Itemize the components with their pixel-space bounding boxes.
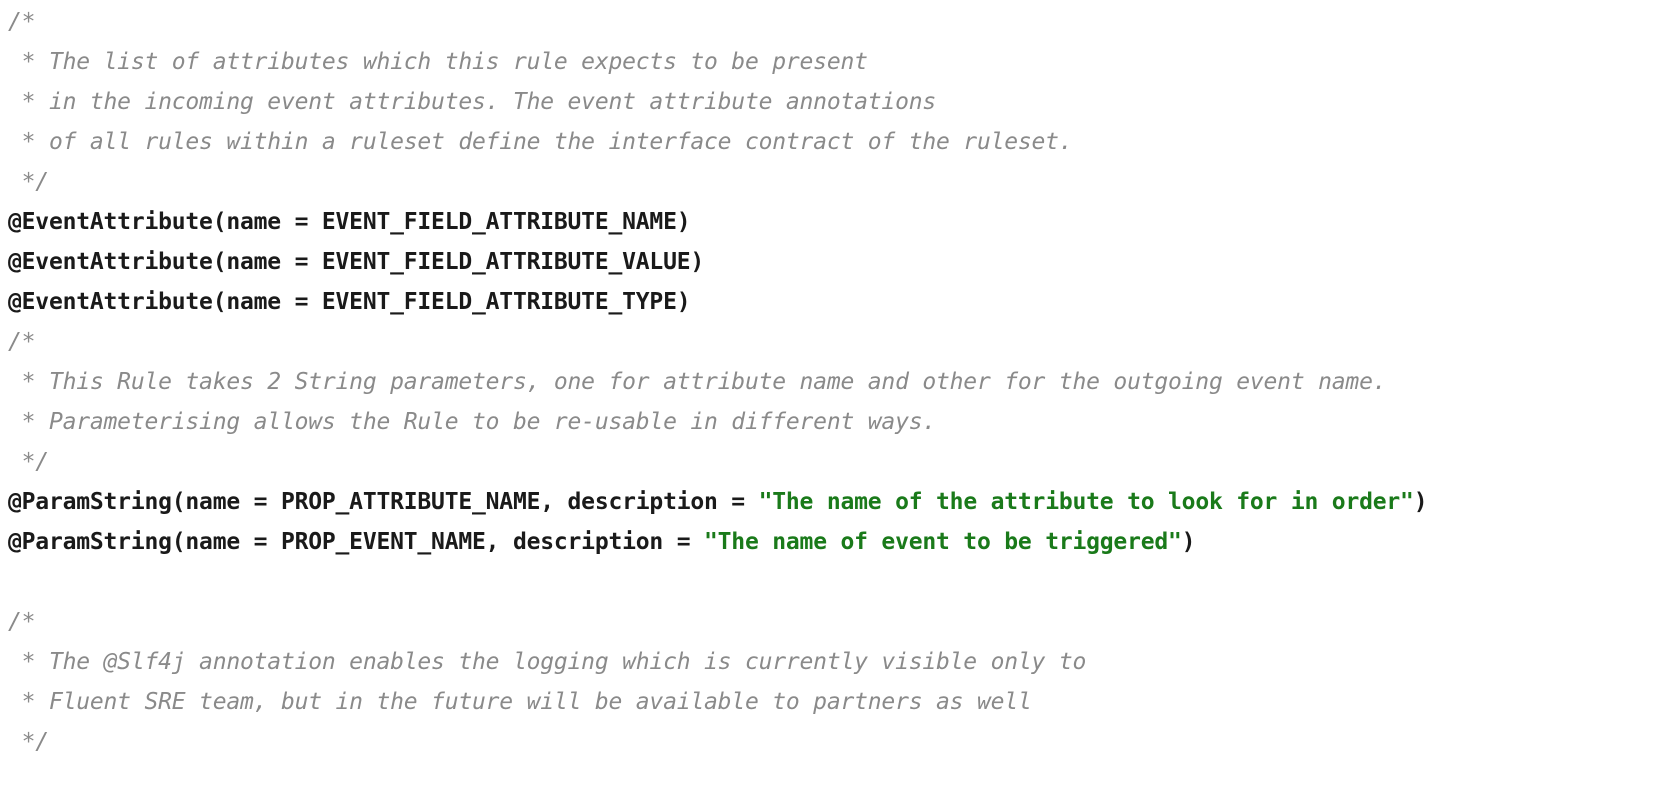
code-line[interactable]: * of all rules within a ruleset define t… bbox=[8, 122, 1680, 162]
code-line[interactable]: /* bbox=[8, 322, 1680, 362]
code-token-code: @EventAttribute(name = EVENT_FIELD_ATTRI… bbox=[8, 289, 691, 315]
code-token-code: ) bbox=[1413, 489, 1428, 515]
code-line[interactable] bbox=[8, 762, 1680, 802]
code-line[interactable]: /* bbox=[8, 602, 1680, 642]
code-line[interactable]: * Fluent SRE team, but in the future wil… bbox=[8, 682, 1680, 722]
code-line[interactable]: */ bbox=[8, 722, 1680, 762]
code-token-string: "The name of event to be triggered" bbox=[704, 529, 1182, 555]
code-line[interactable]: /* bbox=[8, 2, 1680, 42]
code-line[interactable]: * The list of attributes which this rule… bbox=[8, 42, 1680, 82]
code-line-list: /* * The list of attributes which this r… bbox=[0, 0, 1680, 802]
code-line[interactable]: * in the incoming event attributes. The … bbox=[8, 82, 1680, 122]
code-token-code: @ParamString(name = PROP_EVENT_NAME, des… bbox=[8, 529, 705, 555]
code-token-comment: /* bbox=[8, 609, 36, 635]
code-token-comment: */ bbox=[8, 169, 50, 195]
code-line[interactable]: @ParamString(name = PROP_EVENT_NAME, des… bbox=[8, 522, 1680, 562]
code-token-string: "The name of the attribute to look for i… bbox=[758, 489, 1414, 515]
code-token-code: @EventAttribute(name = EVENT_FIELD_ATTRI… bbox=[8, 249, 705, 275]
code-line[interactable]: @EventAttribute(name = EVENT_FIELD_ATTRI… bbox=[8, 242, 1680, 282]
code-line[interactable]: * The @Slf4j annotation enables the logg… bbox=[8, 642, 1680, 682]
code-token-comment: * Fluent SRE team, but in the future wil… bbox=[8, 689, 1032, 715]
code-line[interactable]: @EventAttribute(name = EVENT_FIELD_ATTRI… bbox=[8, 202, 1680, 242]
code-token-comment: * This Rule takes 2 String parameters, o… bbox=[8, 369, 1387, 395]
code-token-code: ) bbox=[1181, 529, 1196, 555]
code-line[interactable]: */ bbox=[8, 442, 1680, 482]
code-token-comment: */ bbox=[8, 449, 50, 475]
code-token-comment: */ bbox=[8, 729, 50, 755]
code-token-comment: * of all rules within a ruleset define t… bbox=[8, 129, 1073, 155]
code-token-comment: * Parameterising allows the Rule to be r… bbox=[8, 409, 937, 435]
code-token-comment: /* bbox=[8, 329, 36, 355]
code-line[interactable] bbox=[8, 562, 1680, 602]
code-token-comment: /* bbox=[8, 9, 36, 35]
code-line[interactable]: * Parameterising allows the Rule to be r… bbox=[8, 402, 1680, 442]
code-editor-surface[interactable]: /* * The list of attributes which this r… bbox=[0, 0, 1680, 807]
code-line[interactable]: @ParamString(name = PROP_ATTRIBUTE_NAME,… bbox=[8, 482, 1680, 522]
code-line[interactable]: @EventAttribute(name = EVENT_FIELD_ATTRI… bbox=[8, 282, 1680, 322]
code-line[interactable]: * This Rule takes 2 String parameters, o… bbox=[8, 362, 1680, 402]
code-token-comment: * The list of attributes which this rule… bbox=[8, 49, 868, 75]
code-token-comment: * The @Slf4j annotation enables the logg… bbox=[8, 649, 1087, 675]
code-token-code: @EventAttribute(name = EVENT_FIELD_ATTRI… bbox=[8, 209, 691, 235]
code-token-comment: * in the incoming event attributes. The … bbox=[8, 89, 937, 115]
code-token-code: @ParamString(name = PROP_ATTRIBUTE_NAME,… bbox=[8, 489, 759, 515]
code-line[interactable]: */ bbox=[8, 162, 1680, 202]
